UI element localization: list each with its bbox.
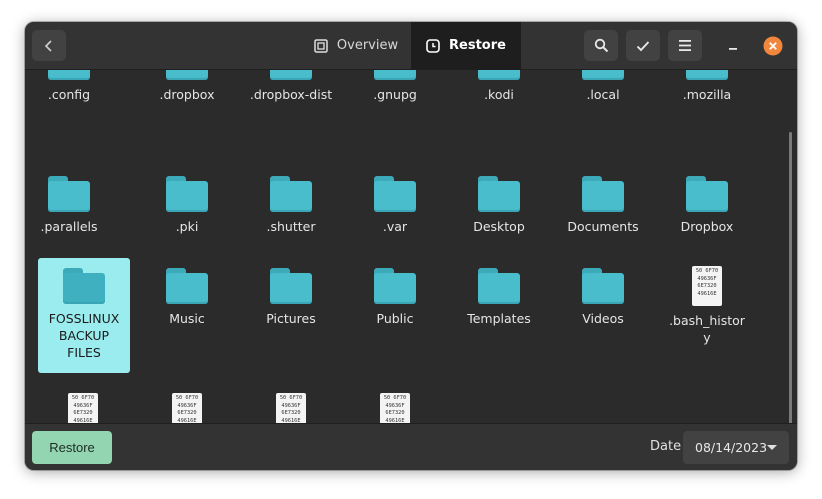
folder-kodi[interactable]: .kodi — [453, 70, 545, 103]
folder-icon — [478, 70, 520, 80]
folder-icon — [582, 268, 624, 304]
restore-clock-icon — [426, 38, 440, 53]
restore-button[interactable]: Restore — [32, 431, 112, 464]
folder-icon — [166, 70, 208, 80]
folder-icon — [582, 70, 624, 80]
folder-videos[interactable]: Videos — [557, 268, 649, 327]
vertical-scrollbar[interactable] — [789, 132, 792, 423]
checkmark-icon — [636, 40, 650, 51]
file-restore-window: Overview Restore .config .dropbox .dropb… — [25, 22, 797, 470]
folder-icon — [686, 70, 728, 80]
folder-dropbox[interactable]: Dropbox — [661, 176, 753, 235]
folder-icon — [374, 70, 416, 80]
folder-icon — [270, 176, 312, 212]
folder-icon — [374, 268, 416, 304]
folder-config[interactable]: .config — [25, 70, 115, 103]
folder-icon — [48, 176, 90, 212]
folder-pki[interactable]: .pki — [141, 176, 233, 235]
text-file-icon: 50 6F70 49636F 6E7320 49616E — [692, 266, 722, 306]
folder-dropbox-dist[interactable]: .dropbox-dist — [245, 70, 337, 103]
tab-overview[interactable]: Overview — [301, 22, 411, 69]
file-grid: .config .dropbox .dropbox-dist .gnupg .k… — [25, 70, 797, 423]
close-button[interactable] — [761, 34, 785, 58]
text-file-icon: 50 6F70 49636F 6E7320 49616E — [276, 393, 306, 423]
folder-icon — [63, 268, 105, 304]
folder-icon — [270, 70, 312, 80]
footer-bar: Restore Date 08/14/2023 — [25, 423, 797, 470]
date-value: 08/14/2023 — [695, 440, 768, 455]
folder-icon — [166, 268, 208, 304]
folder-icon — [48, 70, 90, 80]
header-bar: Overview Restore — [25, 22, 797, 70]
text-file-item[interactable]: 50 6F70 49636F 6E7320 49616E — [37, 393, 129, 423]
folder-icon — [478, 176, 520, 212]
folder-icon — [270, 268, 312, 304]
search-icon — [594, 38, 608, 53]
folder-shutter[interactable]: .shutter — [245, 176, 337, 235]
chevron-left-icon — [44, 39, 52, 52]
folder-icon — [686, 176, 728, 212]
tab-overview-label: Overview — [336, 38, 399, 53]
folder-mozilla[interactable]: .mozilla — [661, 70, 753, 103]
select-mode-button[interactable] — [626, 30, 660, 61]
folder-icon — [374, 176, 416, 212]
tab-restore-label: Restore — [449, 38, 506, 53]
folder-desktop[interactable]: Desktop — [453, 176, 545, 235]
date-label: Date — [650, 439, 682, 454]
folder-icon — [478, 268, 520, 304]
folder-templates[interactable]: Templates — [453, 268, 545, 327]
text-file-icon: 50 6F70 49636F 6E7320 49616E — [380, 393, 410, 423]
tab-restore[interactable]: Restore — [411, 22, 521, 69]
file-bash-history[interactable]: 50 6F70 49636F 6E7320 49616E .bash_history — [661, 266, 753, 346]
folder-gnupg[interactable]: .gnupg — [349, 70, 441, 103]
overview-icon — [314, 38, 328, 53]
text-file-item[interactable]: 50 6F70 49636F 6E7320 49616E — [349, 393, 441, 423]
text-file-icon: 50 6F70 49636F 6E7320 49616E — [172, 393, 202, 423]
date-dropdown[interactable]: 08/14/2023 — [683, 431, 789, 464]
folder-fosslinux-backup-files[interactable]: FOSSLINUX BACKUP FILES — [38, 258, 130, 373]
folder-var[interactable]: .var — [349, 176, 441, 235]
hamburger-menu-icon — [679, 40, 691, 51]
close-icon — [763, 36, 783, 56]
text-file-item[interactable]: 50 6F70 49636F 6E7320 49616E — [141, 393, 233, 423]
folder-pictures[interactable]: Pictures — [245, 268, 337, 327]
folder-local[interactable]: .local — [557, 70, 649, 103]
main-menu-button[interactable] — [668, 30, 702, 61]
folder-documents[interactable]: Documents — [557, 176, 649, 235]
minimize-button[interactable] — [721, 34, 745, 58]
folder-parallels[interactable]: .parallels — [25, 176, 115, 235]
search-button[interactable] — [584, 30, 618, 61]
chevron-down-icon — [767, 445, 777, 450]
folder-public[interactable]: Public — [349, 268, 441, 327]
text-file-item[interactable]: 50 6F70 49636F 6E7320 49616E — [245, 393, 337, 423]
minimize-icon — [729, 48, 737, 50]
folder-dropbox-hidden[interactable]: .dropbox — [141, 70, 233, 103]
folder-music[interactable]: Music — [141, 268, 233, 327]
back-button[interactable] — [32, 30, 66, 61]
folder-icon — [166, 176, 208, 212]
folder-icon — [582, 176, 624, 212]
text-file-icon: 50 6F70 49636F 6E7320 49616E — [68, 393, 98, 423]
